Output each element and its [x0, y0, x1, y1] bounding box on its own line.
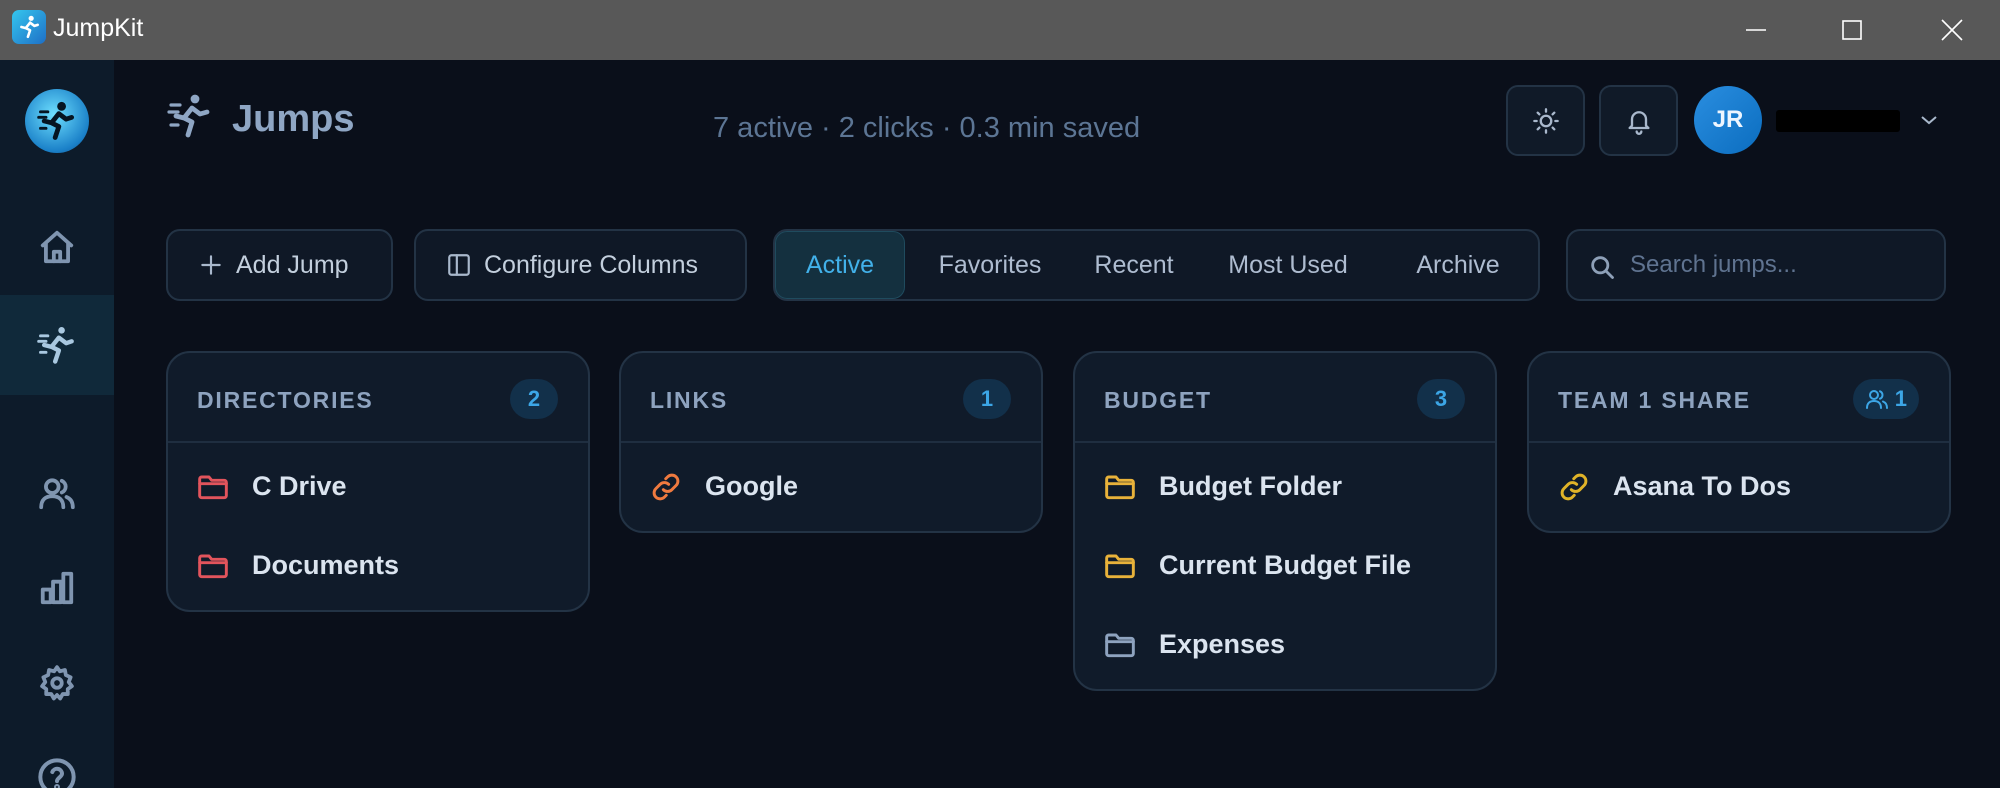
jump-list: Asana To Dos [1529, 443, 1949, 531]
configure-columns-button[interactable]: Configure Columns [414, 229, 747, 301]
view-tabs: Active Favorites Recent Most Used Archiv… [773, 229, 1540, 301]
count-badge: 1 [963, 379, 1011, 419]
folder-icon [198, 554, 228, 578]
close-button[interactable] [1904, 0, 2000, 60]
column-card-team-share: TEAM 1 SHARE 1 Asana To Dos [1527, 351, 1951, 533]
column-card-directories: DIRECTORIES 2 C Drive Documents [166, 351, 590, 612]
page-title: Jumps [232, 98, 355, 140]
jump-item[interactable]: Documents [168, 526, 588, 605]
column-card-budget: BUDGET 3 Budget Folder Current Budget Fi… [1073, 351, 1497, 691]
maximize-button[interactable] [1804, 0, 1900, 60]
avatar[interactable]: JR [1694, 86, 1762, 154]
count-badge: 2 [510, 379, 558, 419]
chevron-down-icon [1921, 116, 1937, 125]
column-card-links: LINKS 1 Google [619, 351, 1043, 533]
add-jump-label: Add Jump [236, 250, 349, 279]
tab-archive[interactable]: Archive [1383, 231, 1533, 299]
jump-item[interactable]: Budget Folder [1075, 447, 1495, 526]
link-icon [1560, 473, 1588, 500]
window-title: JumpKit [53, 14, 144, 42]
sidebar-item-jumps[interactable] [0, 295, 114, 395]
jump-list: Google [621, 443, 1041, 531]
tab-active[interactable]: Active [775, 231, 905, 299]
sidebar [0, 60, 114, 788]
count-value: 3 [1434, 386, 1448, 411]
bell-icon [1628, 110, 1649, 135]
user-name[interactable] [1776, 110, 1900, 132]
user-menu-toggle[interactable] [1918, 110, 1940, 135]
runner-logo-icon[interactable] [25, 89, 89, 153]
search-input[interactable] [1630, 245, 1930, 285]
jump-item-label: Asana To Dos [1613, 471, 1792, 501]
column-header: LINKS 1 [621, 353, 1041, 443]
folder-icon [1105, 554, 1135, 578]
jump-item[interactable]: Google [621, 447, 1041, 526]
sidebar-item-team[interactable] [0, 443, 114, 543]
link-icon [652, 473, 680, 500]
close-icon [1941, 19, 1963, 41]
theme-toggle-button[interactable] [1506, 85, 1585, 156]
bar-chart-icon [40, 571, 74, 605]
help-circle-icon [38, 758, 76, 788]
users-icon [1865, 390, 1888, 409]
home-icon [40, 230, 74, 264]
column-header: TEAM 1 SHARE 1 [1529, 353, 1949, 443]
jump-item[interactable]: Expenses [1075, 605, 1495, 684]
jump-item-label: Current Budget File [1159, 550, 1412, 580]
notifications-button[interactable] [1599, 85, 1678, 156]
jump-list: C Drive Documents [168, 443, 588, 610]
sidebar-item-help[interactable] [0, 727, 114, 788]
page-runner-icon [165, 90, 213, 149]
users-icon [39, 478, 75, 510]
sidebar-item-home[interactable] [0, 197, 114, 297]
folder-icon [1105, 633, 1135, 657]
sidebar-item-settings[interactable] [0, 633, 114, 733]
jump-item-label: Documents [252, 550, 400, 580]
count-badge: 3 [1417, 379, 1465, 419]
add-jump-button[interactable]: Add Jump [166, 229, 393, 301]
plus-icon [201, 255, 221, 275]
jump-item[interactable]: Current Budget File [1075, 526, 1495, 605]
jump-item-label: C Drive [252, 471, 347, 501]
configure-columns-label: Configure Columns [484, 250, 698, 279]
search-icon [1591, 256, 1614, 279]
jump-item-label: Google [705, 471, 798, 501]
stats-summary: 7 active · 2 clicks · 0.3 min saved [713, 112, 1141, 144]
folder-icon [198, 475, 228, 499]
sun-icon [1532, 107, 1559, 134]
jump-item-label: Expenses [1159, 629, 1286, 659]
sidebar-item-analytics[interactable] [0, 538, 114, 638]
jump-item[interactable]: C Drive [168, 447, 588, 526]
count-value: 1 [980, 386, 994, 411]
title-bar: JumpKit [0, 0, 2000, 60]
folder-icon [1105, 475, 1135, 499]
column-title: TEAM 1 SHARE [1558, 387, 1751, 413]
column-title: DIRECTORIES [197, 387, 374, 413]
shared-count-badge: 1 [1852, 379, 1919, 419]
count-value: 1 [1894, 386, 1907, 411]
column-title: BUDGET [1104, 387, 1212, 413]
minimize-icon [1746, 29, 1766, 31]
minimize-button[interactable] [1708, 0, 1804, 60]
gear-icon [40, 665, 74, 701]
tab-recent[interactable]: Recent [1075, 231, 1193, 299]
jump-item[interactable]: Asana To Dos [1529, 447, 1949, 526]
tab-most-used[interactable]: Most Used [1203, 231, 1373, 299]
jump-item-label: Budget Folder [1159, 471, 1342, 501]
maximize-icon [1842, 20, 1862, 40]
column-header: BUDGET 3 [1075, 353, 1495, 443]
column-title: LINKS [650, 387, 728, 413]
count-value: 2 [527, 386, 541, 411]
search-box [1566, 229, 1946, 301]
columns-icon [448, 254, 470, 276]
column-header: DIRECTORIES 2 [168, 353, 588, 443]
runner-icon [37, 327, 74, 364]
app-icon [12, 10, 46, 44]
jump-list: Budget Folder Current Budget File Expens… [1075, 443, 1495, 689]
tab-favorites[interactable]: Favorites [915, 231, 1065, 299]
